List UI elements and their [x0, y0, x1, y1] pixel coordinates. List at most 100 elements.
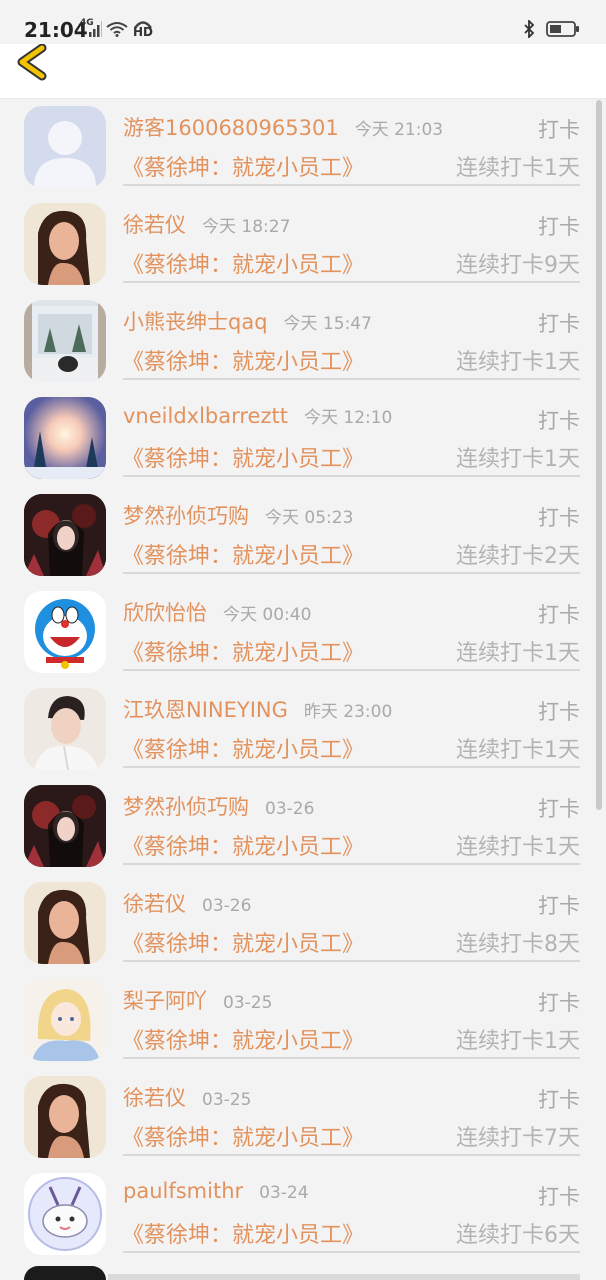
list-item[interactable]: 游客1600680965301 今天 21:03 打卡《蔡徐坤：就宠小员工》 连续打卡…	[0, 100, 606, 197]
checkin-time: 03-25	[223, 993, 273, 1013]
divider	[123, 378, 580, 380]
woman-portrait-avatar	[24, 203, 106, 285]
course-title[interactable]: 《蔡徐坤：就宠小员工》	[122, 926, 364, 958]
list-item[interactable]: paulfsmithr 03-24 打卡 《蔡徐坤：就宠小员工》 连续打卡6天	[0, 1167, 606, 1264]
course-title[interactable]: 《蔡徐坤：就宠小员工》	[122, 1120, 364, 1152]
checkin-label: 打卡	[538, 215, 580, 239]
bluetooth-icon	[522, 18, 536, 40]
user-name[interactable]: 梦然孙侦巧购	[123, 500, 249, 530]
scrollbar[interactable]	[596, 100, 602, 810]
course-title[interactable]: 《蔡徐坤：就宠小员工》	[122, 538, 364, 570]
divider	[123, 766, 580, 768]
name-line: paulfsmithr 03-24	[123, 1179, 309, 1209]
avatar[interactable]	[24, 785, 106, 867]
list-item[interactable]: 徐若仪 03-25 打卡《蔡徐坤：就宠小员工》 连续打卡7天	[0, 1070, 606, 1167]
status-time: 21:04	[24, 18, 88, 42]
avatar[interactable]	[24, 1173, 106, 1255]
user-name[interactable]: 江玖恩NINEYING	[123, 694, 288, 724]
winter-sunset-avatar	[24, 397, 106, 479]
name-line: 梦然孙侦巧购 今天 05:23	[123, 500, 353, 530]
streak-days: 连续打卡1天	[456, 835, 580, 860]
user-name[interactable]: paulfsmithr	[123, 1179, 243, 1203]
checkin-time: 今天 18:27	[202, 217, 291, 237]
checkin-list[interactable]: 游客1600680965301 今天 21:03 打卡 《蔡徐坤：就宠小员工》 连续打卡…	[0, 100, 606, 1280]
name-line: vneildxlbarreztt 今天 12:10	[123, 403, 392, 433]
list-item[interactable]: 欣欣怡怡 今天 00:40 打卡 《蔡徐坤：就宠小员工》 连续打卡1天	[0, 585, 606, 682]
avatar[interactable]	[24, 106, 106, 188]
checkin-time: 昨天 23:00	[303, 702, 393, 722]
course-title[interactable]: 《蔡徐坤：就宠小员工》	[122, 247, 364, 279]
course-title[interactable]: 《蔡徐坤：就宠小员工》	[122, 829, 364, 861]
divider	[123, 1251, 580, 1253]
user-name[interactable]: 梦然孙侦巧购	[123, 791, 249, 821]
streak-days: 连续打卡1天	[456, 156, 580, 181]
list-item[interactable]: vneildxlbarreztt 今天 12:10 打卡 《蔡徐坤：就宠小员工》 连续打…	[0, 391, 606, 488]
course-title[interactable]: 《蔡徐坤：就宠小员工》	[122, 1023, 364, 1055]
course-title[interactable]: 《蔡徐坤：就宠小员工》	[122, 344, 364, 376]
avatar[interactable]	[24, 688, 106, 770]
divider	[123, 1057, 580, 1059]
checkin-time: 今天 00:40	[223, 605, 312, 625]
name-line: 梦然孙侦巧购 03-26	[123, 791, 314, 821]
list-item[interactable]: 小熊丧绅士qaq 今天 15:47 打卡《蔡徐坤：就宠小员工》 连续打卡1天	[0, 294, 606, 391]
user-name[interactable]: vneildxlbarreztt	[123, 404, 288, 428]
avatar[interactable]	[24, 300, 106, 382]
list-item[interactable]: 梨子阿吖 03-25 打卡 《蔡徐坤：就宠小员工》 连续打卡1天	[0, 973, 606, 1070]
list-item[interactable]: 徐若仪 今天 18:27 打卡 《蔡徐坤：就宠小员工》 连续打卡9天	[0, 197, 606, 294]
checkin-label: 打卡	[538, 1088, 580, 1112]
avatar[interactable]	[24, 397, 106, 479]
divider	[123, 475, 580, 477]
name-line: 徐若仪 今天 18:27	[123, 209, 290, 239]
checkin-label: 打卡	[538, 118, 580, 142]
avatar[interactable]	[24, 203, 106, 285]
user-name[interactable]: 游客1600680965301	[123, 112, 339, 142]
course-title[interactable]: 《蔡徐坤：就宠小员工》	[122, 150, 364, 182]
checkin-label: 打卡	[538, 312, 580, 336]
name-line: 游客1600680965301 今天 21:03	[123, 112, 443, 142]
course-title[interactable]: 《蔡徐坤：就宠小员工》	[122, 635, 364, 667]
checkin-time: 今天 05:23	[265, 508, 354, 528]
user-name[interactable]: 徐若仪	[123, 888, 186, 918]
avatar[interactable]	[24, 979, 106, 1061]
man-portrait-avatar	[24, 688, 106, 770]
user-name[interactable]: 徐若仪	[123, 209, 186, 239]
course-title[interactable]: 《蔡徐坤：就宠小员工》	[122, 732, 364, 764]
list-item[interactable]: 徐若仪 03-26 打卡 《蔡徐坤：就宠小员工》 连续打卡8天	[0, 876, 606, 973]
avatar[interactable]	[24, 882, 106, 964]
user-name[interactable]: 欣欣怡怡	[123, 597, 207, 627]
divider	[123, 863, 580, 865]
divider	[123, 281, 580, 283]
divider	[123, 669, 580, 671]
back-button[interactable]	[14, 43, 50, 86]
list-item[interactable]: 江玖恩NINEYING 昨天 23:00 打卡 《蔡徐坤：就宠小员工》 连续打卡1天	[0, 682, 606, 779]
checkin-label: 打卡	[538, 700, 580, 724]
status-icons-right	[522, 18, 580, 40]
course-title[interactable]: 《蔡徐坤：就宠小员工》	[122, 441, 364, 473]
doraemon-avatar	[24, 591, 106, 673]
signal-icon: 4G	[80, 18, 102, 37]
list-item[interactable]: 梦然孙侦巧购 今天 05:23 打卡 《蔡徐坤：就宠小员工》 连续打卡2天	[0, 488, 606, 585]
streak-days: 连续打卡7天	[456, 1126, 580, 1151]
user-name[interactable]: 梨子阿吖	[123, 985, 207, 1015]
avatar	[24, 1266, 106, 1280]
name-line: 小熊丧绅士qaq 今天 15:47	[123, 306, 372, 336]
streak-days: 连续打卡1天	[456, 350, 580, 375]
divider	[123, 572, 580, 574]
snowy-window-avatar	[24, 300, 106, 382]
streak-days: 连续打卡1天	[456, 447, 580, 472]
header-bar	[0, 43, 606, 99]
list-item[interactable]: 梦然孙侦巧购 03-26 打卡 《蔡徐坤：就宠小员工》 连续打卡1天	[0, 779, 606, 876]
checkin-time: 03-25	[202, 1090, 252, 1110]
user-name[interactable]: 徐若仪	[123, 1082, 186, 1112]
avatar[interactable]	[24, 494, 106, 576]
default-person-avatar	[24, 106, 106, 188]
status-bar: 21:04 4G HD	[0, 0, 606, 46]
user-name[interactable]: 小熊丧绅士qaq	[123, 306, 268, 336]
course-title[interactable]: 《蔡徐坤：就宠小员工》	[122, 1217, 364, 1249]
avatar[interactable]	[24, 1076, 106, 1158]
avatar[interactable]	[24, 591, 106, 673]
streak-days: 连续打卡2天	[456, 544, 580, 569]
streak-days: 连续打卡6天	[456, 1223, 580, 1248]
checkin-time: 03-26	[265, 799, 315, 819]
dark-art-avatar	[24, 785, 106, 867]
